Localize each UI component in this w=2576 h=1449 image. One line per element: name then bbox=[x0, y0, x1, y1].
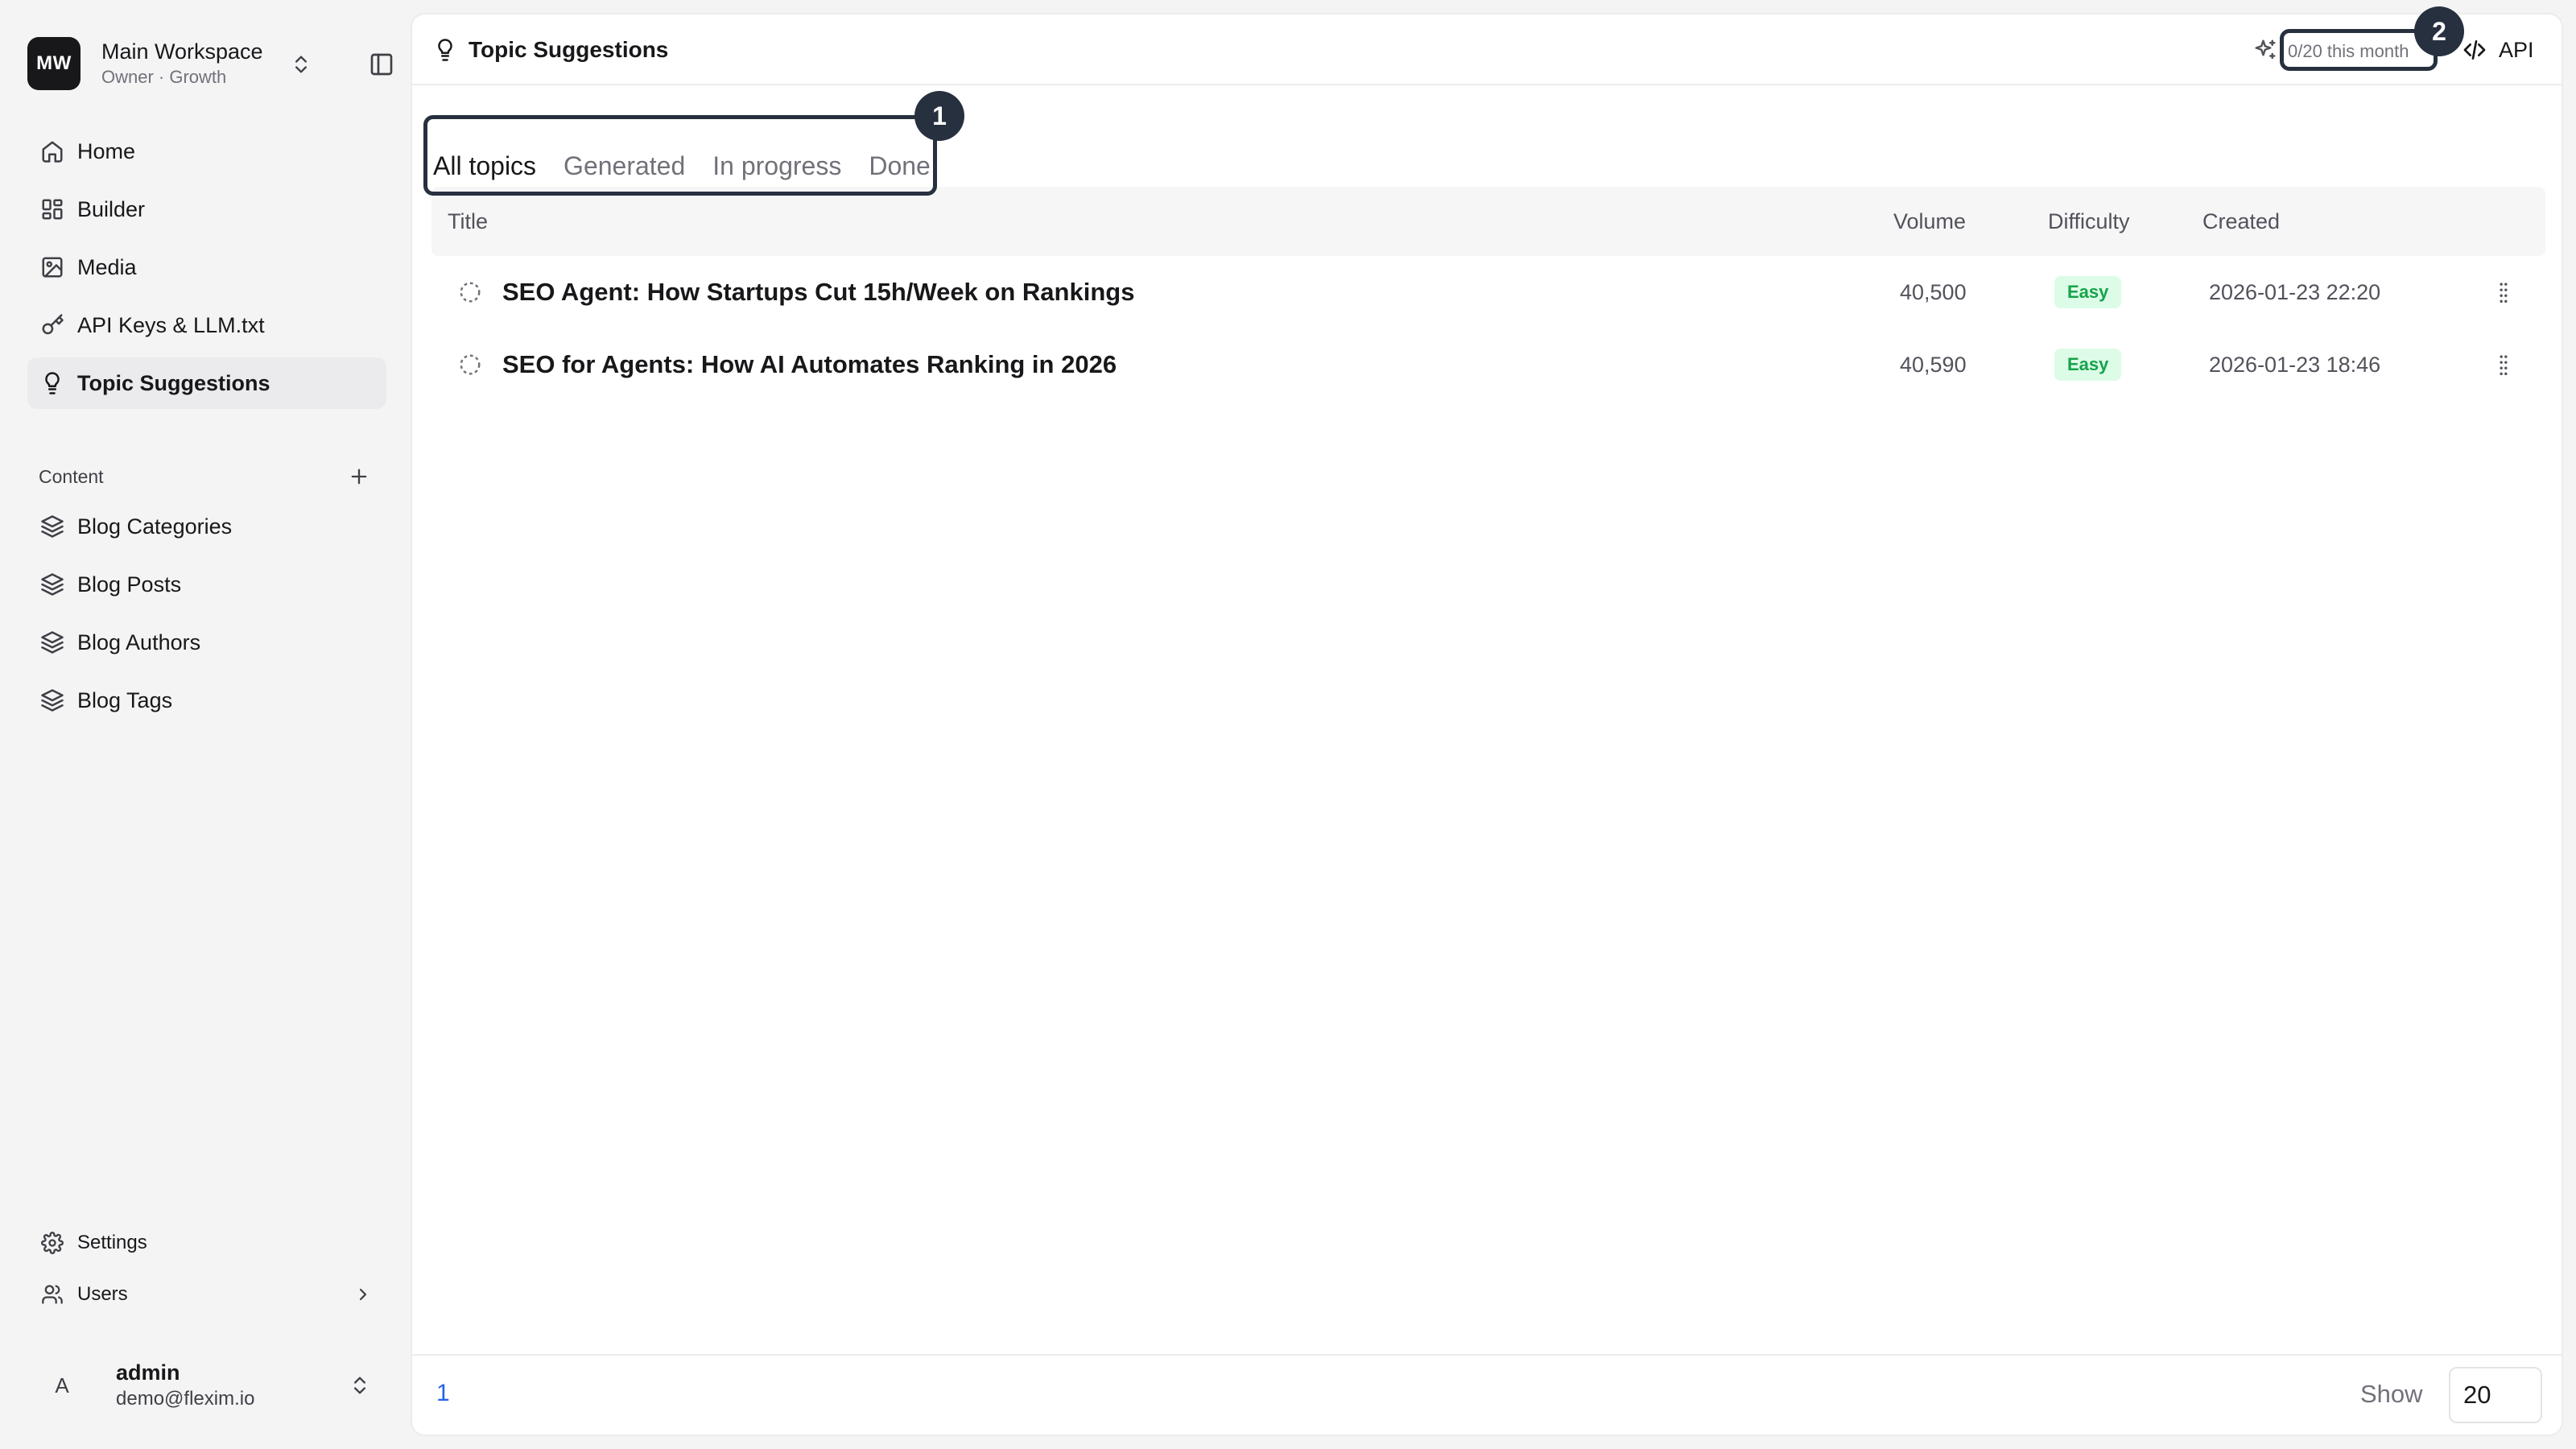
sidebar-item-label: API Keys & LLM.txt bbox=[77, 312, 265, 337]
topics-table: Title Volume Difficulty Created SEO Agen… bbox=[431, 187, 2545, 401]
column-header-difficulty[interactable]: Difficulty bbox=[2048, 209, 2202, 234]
top-bar: Topic Suggestions 0/20 this month API bbox=[412, 14, 2562, 85]
sidebar-item-label: Blog Categories bbox=[77, 514, 233, 539]
difficulty-cell: Easy bbox=[2054, 276, 2209, 308]
chevrons-up-down-icon[interactable] bbox=[341, 1367, 378, 1404]
column-header-created[interactable]: Created bbox=[2202, 209, 2473, 234]
workspace-switcher[interactable]: MW Main Workspace Owner · Growth bbox=[27, 27, 393, 100]
sidebar-item-users[interactable]: Users bbox=[27, 1272, 386, 1317]
user-email: demo@flexim.io bbox=[116, 1388, 255, 1410]
content-group-title: Content bbox=[39, 465, 104, 487]
column-header-volume[interactable]: Volume bbox=[1893, 209, 2048, 234]
status-badge: Easy bbox=[2054, 276, 2122, 308]
workspace-info: Main Workspace Owner · Growth bbox=[101, 38, 287, 89]
pagination-bar: 1 Show bbox=[412, 1354, 2562, 1435]
sidebar-item-settings[interactable]: Settings bbox=[27, 1220, 386, 1265]
status-pending-icon bbox=[431, 280, 502, 304]
page-size-label: Show bbox=[2360, 1380, 2423, 1408]
sidebar-item-label: Builder bbox=[77, 196, 146, 221]
lightbulb-icon bbox=[39, 369, 66, 397]
sidebar-item-label: Blog Posts bbox=[77, 572, 182, 597]
status-pending-icon bbox=[431, 353, 502, 377]
table-header: Title Volume Difficulty Created bbox=[431, 187, 2545, 256]
page-title: Topic Suggestions bbox=[469, 37, 669, 62]
sidebar-item-media[interactable]: Media bbox=[27, 242, 386, 293]
column-header-title[interactable]: Title bbox=[431, 209, 1893, 234]
api-button[interactable]: API bbox=[2499, 32, 2534, 68]
sidebar-item-home[interactable]: Home bbox=[27, 126, 386, 177]
difficulty-cell: Easy bbox=[2054, 349, 2209, 381]
page-size-input[interactable] bbox=[2449, 1367, 2542, 1423]
workspace-subtitle: Owner · Growth bbox=[101, 67, 227, 87]
bottom-nav: Settings Users bbox=[27, 1220, 386, 1323]
home-icon bbox=[39, 138, 66, 165]
sparkles-icon[interactable] bbox=[2248, 32, 2283, 68]
row-menu-icon[interactable] bbox=[2479, 279, 2528, 306]
page-header: Topic Suggestions bbox=[431, 31, 668, 69]
content-group-header: Content bbox=[39, 452, 377, 501]
topic-volume: 40,500 bbox=[1900, 279, 1967, 304]
topic-created: 2026-01-23 18:46 bbox=[2209, 352, 2381, 377]
topic-created: 2026-01-23 22:20 bbox=[2209, 279, 2381, 304]
image-icon bbox=[39, 254, 66, 281]
user-name: admin bbox=[116, 1360, 180, 1385]
sidebar-item-label: Users bbox=[77, 1283, 128, 1305]
chevron-right-icon bbox=[351, 1282, 375, 1307]
layers-icon bbox=[39, 571, 66, 598]
pagination-page-1[interactable]: 1 bbox=[436, 1380, 450, 1407]
sidebar-item-label: Blog Tags bbox=[77, 687, 173, 712]
sidebar-item-api-keys[interactable]: API Keys & LLM.txt bbox=[27, 299, 386, 351]
user-info: admin demo@flexim.io bbox=[116, 1359, 254, 1412]
table-row[interactable]: SEO Agent: How Startups Cut 15h/Week on … bbox=[431, 256, 2545, 328]
sidebar-item-label: Topic Suggestions bbox=[77, 370, 270, 395]
grid-icon bbox=[39, 196, 66, 223]
annotation-marker-2: 2 bbox=[2414, 6, 2464, 56]
sidebar-item-topic-suggestions[interactable]: Topic Suggestions bbox=[27, 357, 386, 409]
row-menu-icon[interactable] bbox=[2479, 351, 2528, 378]
table-row[interactable]: SEO for Agents: How AI Automates Ranking… bbox=[431, 328, 2545, 401]
sidebar-item-blog-tags[interactable]: Blog Tags bbox=[27, 675, 386, 726]
layers-icon bbox=[39, 687, 66, 714]
sidebar-item-builder[interactable]: Builder bbox=[27, 184, 386, 235]
main-nav: Home Builder Media API Keys & LLM.txt To… bbox=[27, 126, 386, 415]
topic-title[interactable]: SEO Agent: How Startups Cut 15h/Week on … bbox=[502, 278, 1900, 307]
sidebar-item-label: Media bbox=[77, 254, 137, 279]
sidebar-item-label: Home bbox=[77, 138, 136, 163]
workspace-name: Main Workspace bbox=[101, 39, 263, 64]
users-icon bbox=[39, 1281, 66, 1308]
sidebar-item-label: Settings bbox=[77, 1232, 147, 1253]
sidebar-item-blog-categories[interactable]: Blog Categories bbox=[27, 501, 386, 552]
gear-icon bbox=[39, 1229, 66, 1257]
annotation-box-tabs bbox=[423, 115, 937, 196]
sidebar-item-blog-posts[interactable]: Blog Posts bbox=[27, 559, 386, 610]
key-icon bbox=[39, 312, 66, 339]
annotation-marker-1: 1 bbox=[914, 91, 964, 141]
lightbulb-icon bbox=[431, 36, 459, 64]
sidebar-item-label: Blog Authors bbox=[77, 630, 201, 654]
sidebar-item-blog-authors[interactable]: Blog Authors bbox=[27, 617, 386, 668]
sidebar: MW Main Workspace Owner · Growth Home Bu… bbox=[0, 0, 409, 1449]
layers-icon bbox=[39, 513, 66, 540]
workspace-avatar: MW bbox=[27, 37, 80, 90]
chevrons-up-down-icon[interactable] bbox=[282, 45, 320, 84]
main-panel: Topic Suggestions 0/20 this month API Al… bbox=[411, 13, 2563, 1436]
app-root: MW Main Workspace Owner · Growth Home Bu… bbox=[0, 0, 2576, 1449]
content-nav: Blog Categories Blog Posts Blog Authors … bbox=[27, 501, 386, 733]
avatar: A bbox=[37, 1360, 87, 1410]
layers-icon bbox=[39, 629, 66, 656]
plus-icon[interactable] bbox=[341, 459, 377, 494]
user-menu[interactable]: A admin demo@flexim.io bbox=[27, 1352, 386, 1418]
status-badge: Easy bbox=[2054, 349, 2122, 381]
sidebar-toggle-icon[interactable] bbox=[362, 45, 401, 84]
topic-volume: 40,590 bbox=[1900, 352, 1967, 377]
topic-title[interactable]: SEO for Agents: How AI Automates Ranking… bbox=[502, 350, 1900, 379]
